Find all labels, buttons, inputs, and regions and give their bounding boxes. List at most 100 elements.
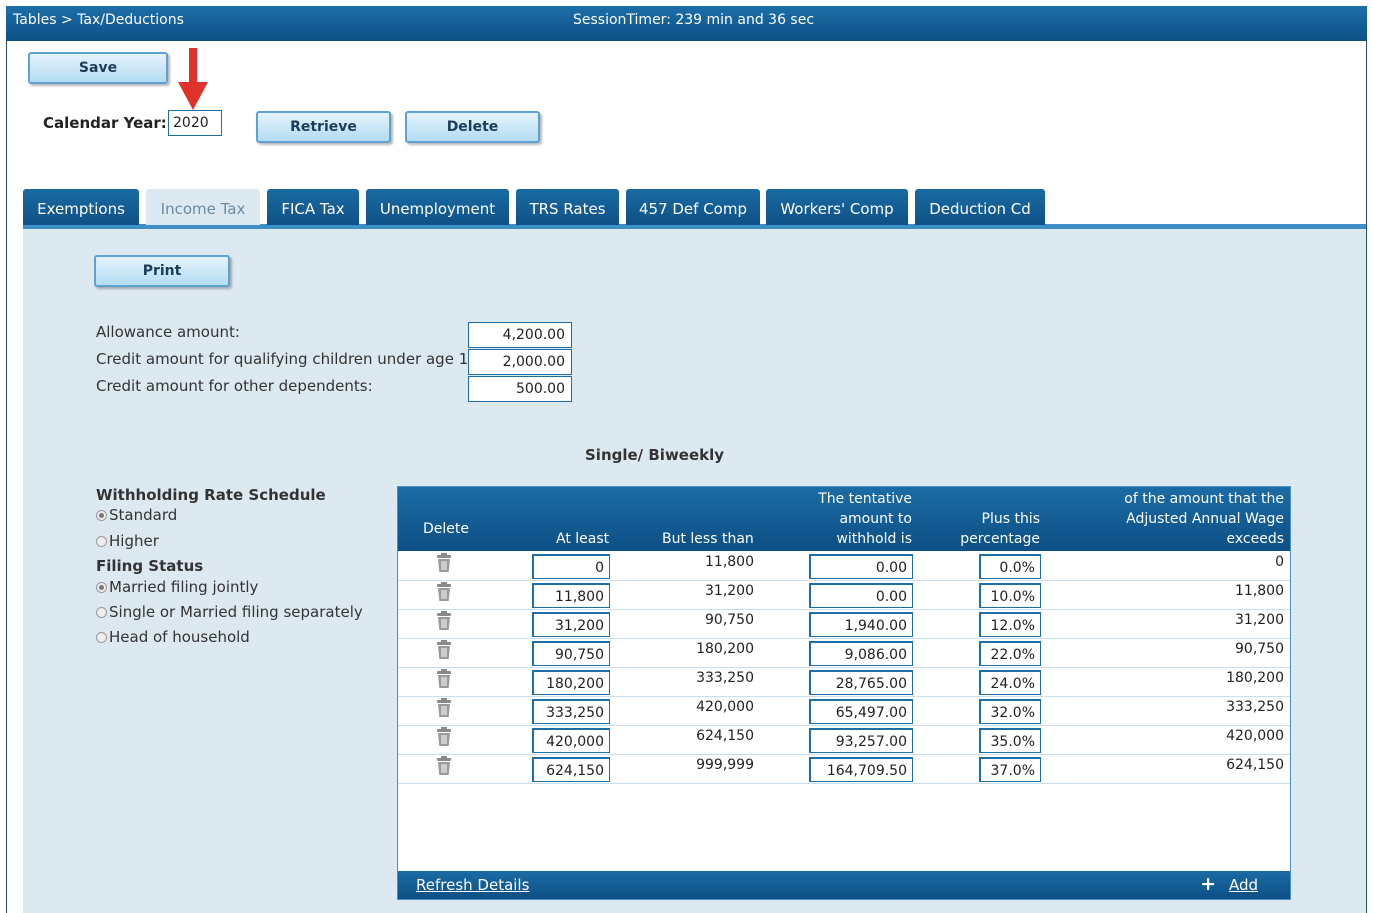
tentative-amount-input[interactable]: 164,709.50 xyxy=(809,757,913,782)
tentative-amount-input[interactable]: 9,086.00 xyxy=(809,641,913,666)
percentage-input[interactable]: 37.0% xyxy=(979,757,1041,782)
tab-fica-tax[interactable]: FICA Tax xyxy=(267,189,359,225)
tax-bracket-grid: Delete At least But less than The tentat… xyxy=(397,486,1291,900)
trash-icon[interactable] xyxy=(434,582,454,602)
add-link[interactable]: Add xyxy=(1229,876,1258,894)
tentative-amount-input[interactable]: 65,497.00 xyxy=(809,699,913,724)
radio-label: Higher xyxy=(109,532,159,550)
but-less-than-value: 180,200 xyxy=(696,641,754,657)
exceeds-value: 0 xyxy=(1275,554,1284,570)
but-less-than-value: 624,150 xyxy=(696,728,754,744)
radio-married-jointly[interactable]: Married filing jointly xyxy=(96,578,258,596)
calendar-year-input[interactable]: 2020 xyxy=(168,110,222,136)
tab-trs-rates[interactable]: TRS Rates xyxy=(516,189,619,225)
allowance-label: Allowance amount: xyxy=(96,323,240,341)
col-tentative-line1: The tentative xyxy=(818,491,912,507)
exceeds-value: 420,000 xyxy=(1226,728,1284,744)
col-plus-line1: Plus this xyxy=(981,511,1041,527)
breadcrumb[interactable]: Tables > Tax/Deductions xyxy=(13,12,184,28)
radio-button[interactable] xyxy=(96,607,107,618)
allowance-amount-input[interactable]: 4,200.00 xyxy=(468,322,572,348)
exceeds-value: 624,150 xyxy=(1226,757,1284,773)
but-less-than-value: 11,800 xyxy=(705,554,754,570)
at-least-input[interactable]: 180,200 xyxy=(532,670,610,695)
radio-button-checked[interactable] xyxy=(96,582,107,593)
tentative-amount-input[interactable]: 93,257.00 xyxy=(809,728,913,753)
table-row: 31,200 90,750 1,940.00 12.0% 31,200 xyxy=(398,609,1290,639)
radio-button-checked[interactable] xyxy=(96,510,107,521)
table-row: 333,250 420,000 65,497.00 32.0% 333,250 xyxy=(398,696,1290,726)
delete-button[interactable]: Delete xyxy=(405,111,540,143)
col-delete: Delete xyxy=(423,521,469,537)
credit-other-input[interactable]: 500.00 xyxy=(468,376,572,402)
radio-label: Married filing jointly xyxy=(109,578,259,596)
trash-icon[interactable] xyxy=(434,611,454,631)
at-least-input[interactable]: 333,250 xyxy=(532,699,610,724)
percentage-input[interactable]: 35.0% xyxy=(979,728,1041,753)
tentative-amount-input[interactable]: 1,940.00 xyxy=(809,612,913,637)
tab-income-tax[interactable]: Income Tax xyxy=(146,189,260,225)
grid-header: Delete At least But less than The tentat… xyxy=(398,487,1290,551)
tab-457-def-comp[interactable]: 457 Def Comp xyxy=(626,189,760,225)
credit-other-label: Credit amount for other dependents: xyxy=(96,377,373,395)
col-exceeds-line1: of the amount that the xyxy=(1124,491,1284,507)
tab-deduction-cd[interactable]: Deduction Cd xyxy=(915,189,1045,225)
percentage-input[interactable]: 0.0% xyxy=(979,554,1041,579)
trash-icon[interactable] xyxy=(434,698,454,718)
col-exceeds-line2: Adjusted Annual Wage xyxy=(1126,511,1284,527)
grid-footer: Refresh Details + Add xyxy=(398,871,1290,899)
tentative-amount-input[interactable]: 0.00 xyxy=(809,554,913,579)
table-row: 0 11,800 0.00 0.0% 0 xyxy=(398,551,1290,581)
at-least-input[interactable]: 31,200 xyxy=(532,612,610,637)
but-less-than-value: 999,999 xyxy=(696,757,754,773)
col-tentative-line3: withhold is xyxy=(836,531,912,547)
credit-children-input[interactable]: 2,000.00 xyxy=(468,349,572,375)
radio-standard[interactable]: Standard xyxy=(96,506,177,524)
filing-status-title: Filing Status xyxy=(96,557,204,575)
but-less-than-value: 90,750 xyxy=(705,612,754,628)
tab-workers-comp[interactable]: Workers' Comp xyxy=(766,189,908,225)
at-least-input[interactable]: 0 xyxy=(532,554,610,579)
trash-icon[interactable] xyxy=(434,553,454,573)
save-button[interactable]: Save xyxy=(28,52,168,84)
percentage-input[interactable]: 32.0% xyxy=(979,699,1041,724)
print-button[interactable]: Print xyxy=(94,255,230,287)
but-less-than-value: 420,000 xyxy=(696,699,754,715)
trash-icon[interactable] xyxy=(434,756,454,776)
credit-children-label: Credit amount for qualifying children un… xyxy=(96,350,483,368)
tab-exemptions[interactable]: Exemptions xyxy=(23,189,139,225)
at-least-input[interactable]: 11,800 xyxy=(532,583,610,608)
col-exceeds-line3: exceeds xyxy=(1226,531,1284,547)
radio-higher[interactable]: Higher xyxy=(96,532,159,550)
radio-button[interactable] xyxy=(96,536,107,547)
radio-label: Standard xyxy=(109,506,178,524)
percentage-input[interactable]: 12.0% xyxy=(979,612,1041,637)
calendar-year-label: Calendar Year: xyxy=(43,114,167,132)
schedule-title: Single/ Biweekly xyxy=(585,446,725,464)
trash-icon[interactable] xyxy=(434,640,454,660)
title-bar: Tables > Tax/Deductions SessionTimer: 23… xyxy=(6,6,1367,41)
tab-unemployment[interactable]: Unemployment xyxy=(366,189,509,225)
at-least-input[interactable]: 624,150 xyxy=(532,757,610,782)
refresh-details-link[interactable]: Refresh Details xyxy=(416,876,529,894)
table-row: 624,150 999,999 164,709.50 37.0% 624,150 xyxy=(398,754,1290,784)
radio-label: Head of household xyxy=(109,628,250,646)
percentage-input[interactable]: 24.0% xyxy=(979,670,1041,695)
percentage-input[interactable]: 22.0% xyxy=(979,641,1041,666)
table-row: 180,200 333,250 28,765.00 24.0% 180,200 xyxy=(398,667,1290,697)
radio-head-of-household[interactable]: Head of household xyxy=(96,628,250,646)
radio-single-or-separate[interactable]: Single or Married filing separately xyxy=(96,603,363,621)
trash-icon[interactable] xyxy=(434,727,454,747)
tentative-amount-input[interactable]: 0.00 xyxy=(809,583,913,608)
at-least-input[interactable]: 420,000 xyxy=(532,728,610,753)
at-least-input[interactable]: 90,750 xyxy=(532,641,610,666)
percentage-input[interactable]: 10.0% xyxy=(979,583,1041,608)
table-row: 11,800 31,200 0.00 10.0% 11,800 xyxy=(398,580,1290,610)
col-plus-percentage: Plus this percentage xyxy=(960,509,1040,549)
plus-icon[interactable]: + xyxy=(1200,873,1216,895)
retrieve-button[interactable]: Retrieve xyxy=(256,111,391,143)
tentative-amount-input[interactable]: 28,765.00 xyxy=(809,670,913,695)
col-but-less-than: But less than xyxy=(662,531,754,547)
trash-icon[interactable] xyxy=(434,669,454,689)
radio-button[interactable] xyxy=(96,632,107,643)
